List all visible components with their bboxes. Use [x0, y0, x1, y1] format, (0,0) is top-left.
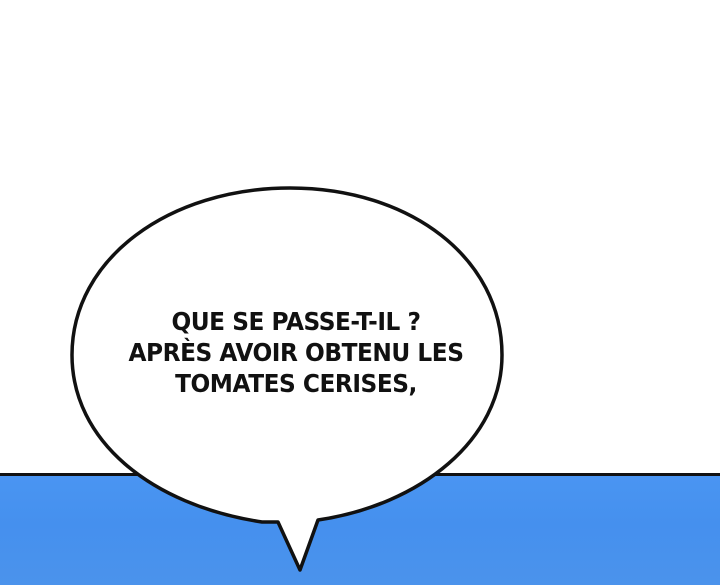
speech-line-3: TOMATES CERISES, [175, 369, 417, 398]
speech-bubble-text: QUE SE PASSE-T-IL ? APRÈS AVOIR OBTENU L… [123, 306, 469, 399]
speech-line-1: QUE SE PASSE-T-IL ? [171, 307, 421, 336]
comic-panel: QUE SE PASSE-T-IL ? APRÈS AVOIR OBTENU L… [0, 0, 720, 585]
speech-line-2: APRÈS AVOIR OBTENU LES [128, 338, 464, 367]
speech-bubble-shape [70, 186, 504, 572]
